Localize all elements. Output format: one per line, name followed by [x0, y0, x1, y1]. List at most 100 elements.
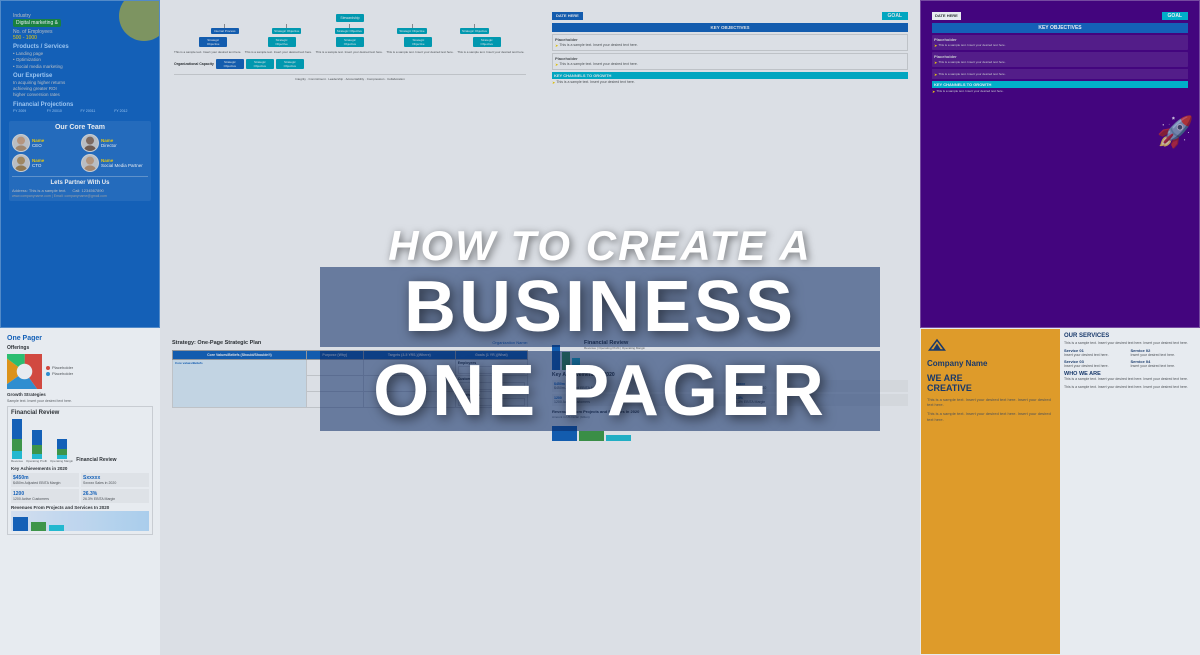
col-text-3: This is a sample text. Insert your desir… [316, 51, 385, 55]
company-logo-svg [927, 337, 947, 353]
kc-arrow: ➤ [932, 89, 935, 94]
key-obj-banner: KEY OBJECTIVES [932, 23, 1188, 33]
ph-2-title: Placeholder [934, 54, 1186, 59]
org-box-c: StrategicObjective [336, 37, 364, 47]
rcb-ach-4: 26.3% 26.3% EBITA Margin [731, 394, 908, 406]
ach-4: 26.3% 26.3% EBITA Margin [81, 489, 149, 503]
shareholders-header: Shareholders [458, 393, 525, 397]
member-2: Name Director [81, 134, 148, 152]
ph-1-arrow: ➤ [934, 43, 937, 48]
pie-chart-svg [7, 354, 42, 389]
ph-section-1: Placeholder ➤ This is a sample text. Ins… [932, 35, 1188, 50]
col-text-4: This is a sample text. Insert your desir… [386, 51, 455, 55]
rcb-ach-2: Sxxxxx Sxxxxx Sales in 2020 [731, 380, 908, 392]
financial-review-label: Financial Review [11, 410, 149, 416]
arrow-2: ➤ [555, 62, 558, 67]
bar-chart: Revenue Operating Profit Operating Margi… [11, 419, 149, 463]
key-objectives-label: KEY OBJECTIVES [552, 23, 908, 32]
financial-section: Financial Projections [13, 102, 147, 108]
strategic-obj-1: Strategic Objective [272, 28, 301, 34]
ph-section-3: ➤ This is a sample text. Insert your des… [932, 69, 1188, 79]
cap-obj-1: StrategicObjective [216, 59, 244, 69]
panel-rightcenter-bottom: Financial Review Revenue | Operating Pro… [540, 328, 920, 655]
team-title: Our Core Team [12, 124, 148, 131]
product-3: • Social media marketing [13, 64, 147, 70]
goal-banner: GOAL [1162, 12, 1188, 20]
placeholder-2-section: Placeholder ➤ This is a sample text. Ins… [552, 53, 908, 70]
service-2: Service 02 Insert your desired text here… [1131, 348, 1196, 357]
year-4: FY 2012 [114, 109, 147, 113]
revenue-bars [552, 421, 908, 441]
org-capacity-label: Organizational Capacity [174, 62, 214, 66]
col-1: Core Values/Beliefs (Should/Shouldn't) [173, 350, 307, 359]
stewardship-box: Stewardship [336, 14, 364, 22]
bar-profit [562, 352, 570, 370]
org-box-a: StrategicObjective [199, 37, 227, 47]
member-1-role: CEO [32, 143, 44, 148]
services-desc: This is a sample text. Insert your desir… [1064, 341, 1195, 346]
cap-obj-3: StrategicObjective [276, 59, 304, 69]
legend-1: Placeholder [46, 365, 73, 370]
service-1: Service 01 Insert your desired text here… [1064, 348, 1129, 357]
avatar-3 [12, 154, 30, 172]
bullet-2-text: This is a sample text. Insert your desir… [559, 62, 637, 66]
ach-2: Sxxxxx Sxxxxx Sales in 2020 [81, 473, 149, 487]
org-level-2: Internal Process Strategic Objective Str… [174, 24, 526, 34]
bar-2: Operating Profit [26, 430, 47, 463]
internal-process: Internal Process [211, 28, 239, 34]
rcb-ach-3: 1200 1200 Active Customers [552, 394, 729, 406]
member-3: Name CTO [12, 154, 79, 172]
expertise-text: In acquiring higher returnsachieving gre… [13, 80, 147, 99]
products-section: Products / Services [13, 44, 147, 50]
goal-label: GOAL [882, 12, 908, 20]
customers-header: Customers [458, 377, 525, 381]
legend: Placeholder Placeholder [46, 365, 73, 377]
placeholder-1-section: Placeholder ➤ This is a sample text. Ins… [552, 34, 908, 51]
service-4: Service 04 Insert your desired text here… [1131, 359, 1196, 368]
services-grid: Service 01 Insert your desired text here… [1064, 348, 1195, 368]
member-1: Name CEO [12, 134, 79, 152]
col-3: Targets (3-5 YRS.)(Where) [363, 350, 455, 359]
legend-label-1: Placeholder [52, 365, 73, 370]
financial-review-title: Financial Review [76, 457, 149, 463]
strategy-table: Core Values/Beliefs (Should/Shouldn't) P… [172, 350, 528, 408]
call: Call: 1234567890 [72, 188, 103, 193]
org-top-row: Stewardship [174, 14, 526, 22]
ph-3-arrow: ➤ [934, 72, 937, 77]
team-grid: Name CEO Name Director [12, 134, 148, 172]
ph-3-text: This is a sample text. Insert your desir… [938, 72, 1005, 77]
ach-3: 1200 1200 Active Customers [11, 489, 79, 503]
panel-far-right-bottom: Company Name WE ARE CREATIVE This is a s… [920, 328, 1200, 655]
bar-labels: Revenue | Operating Profit | Operating M… [584, 346, 908, 350]
services-right-panel: OUR SERVICES This is a sample text. Inse… [1060, 329, 1199, 655]
year-3: FY 20011 [81, 109, 114, 113]
bar-revenue [552, 345, 560, 370]
financial-section: Financial Review Revenue Operating Profi… [7, 406, 153, 535]
strategic-obj-3: Strategic Objective [397, 28, 426, 34]
ph-1-title: Placeholder [934, 37, 1186, 42]
mini-bar-chart [552, 340, 580, 370]
strategic-obj-2: Strategic Objective [335, 28, 364, 34]
bar-3: Operating Margin [50, 439, 73, 463]
marketing-badge: Digital marketing & [13, 19, 61, 27]
who-desc-2: This is a sample text. Insert your desir… [1064, 385, 1195, 390]
panel-center-top: Stewardship Internal Process Strategic O… [160, 0, 540, 328]
service-3: Service 03 Insert your desired text here… [1064, 359, 1129, 368]
offerings-label: Offerings [7, 345, 153, 351]
key-achievements: Key Achievements in 2020 [11, 466, 149, 471]
bar-1: Revenue [11, 419, 23, 463]
who-desc: This is a sample text. Insert your desir… [1064, 377, 1195, 382]
panel-far-right-top: DATE HERE GOAL KEY OBJECTIVES Placeholde… [920, 0, 1200, 328]
ph-section-2: Placeholder ➤ This is a sample text. Ins… [932, 52, 1188, 67]
col-text-5: This is a sample text. Insert your desir… [457, 51, 526, 55]
placeholder-1-title: Placeholder [555, 37, 905, 42]
key-channels-label: KEY CHANNELS TO GROWTH [552, 72, 908, 79]
member-2-role: Director [101, 143, 117, 148]
strategies-text: Sample text. Insert your desired text he… [7, 399, 153, 404]
cap-obj-2: StrategicObjective [246, 59, 274, 69]
expertise-section: Our Expertise [13, 73, 147, 79]
bar-3-label: Operating Margin [50, 459, 73, 463]
company-website: www.companyname.com | Email: companyname… [12, 194, 148, 198]
member-3-role: CTO [32, 163, 44, 168]
org-text-columns: This is a sample text. Insert your desir… [174, 51, 526, 55]
